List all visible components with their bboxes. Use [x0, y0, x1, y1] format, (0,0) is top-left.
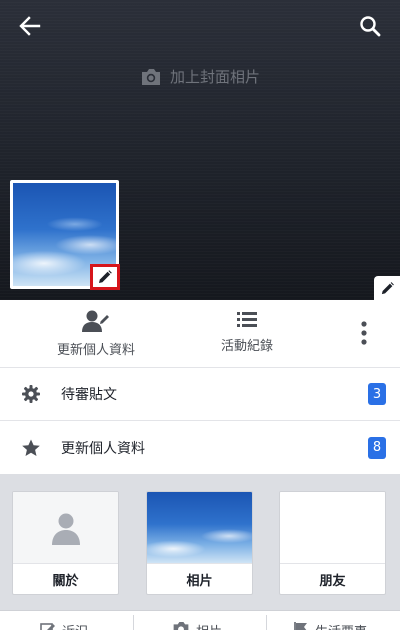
update-profile-button[interactable]: 更新個人資料 [40, 309, 152, 358]
gear-icon [20, 383, 42, 405]
life-event-tab-label: 生活要事 [315, 621, 367, 630]
update-profile-row-label: 更新個人資料 [61, 440, 145, 457]
friends-card[interactable]: 朋友 [279, 491, 386, 595]
pending-posts-row[interactable]: 待審貼文 3 [0, 368, 400, 421]
back-button[interactable] [16, 12, 44, 40]
photos-label: 相片 [186, 574, 213, 589]
life-event-tab[interactable]: 生活要事 [293, 621, 367, 630]
pending-posts-count-badge: 3 [368, 383, 386, 405]
activity-log-button[interactable]: 活動紀錄 [212, 309, 282, 354]
pending-posts-label: 待審貼文 [61, 387, 117, 403]
pencil-icon [381, 281, 394, 294]
star-icon [20, 437, 42, 459]
status-tab[interactable]: 近況 [40, 621, 88, 630]
photo-tab-label: 相片 [196, 621, 222, 630]
camera-icon [173, 621, 189, 630]
composer-tabs: 近況 相片 生活要事 [0, 610, 400, 630]
person-edit-icon [82, 310, 109, 332]
about-card[interactable]: 關於 [12, 491, 119, 595]
cover-photo-area[interactable]: 加上封面相片 [0, 0, 400, 300]
profile-sections-area: 關於 相片 朋友 [0, 474, 400, 630]
about-thumbnail [13, 492, 118, 564]
profile-action-bar: 更新個人資料 活動紀錄 [0, 300, 400, 368]
friends-thumbnail [280, 492, 385, 564]
update-profile-count-badge: 8 [368, 436, 386, 459]
add-cover-photo-button[interactable]: 加上封面相片 [0, 66, 400, 87]
back-arrow-icon [19, 16, 41, 36]
about-label: 關於 [52, 574, 79, 589]
add-cover-label: 加上封面相片 [169, 68, 260, 86]
pencil-icon [99, 270, 112, 283]
search-button[interactable] [356, 12, 384, 40]
status-tab-label: 近況 [62, 621, 88, 630]
tab-divider [133, 615, 134, 630]
more-options-button[interactable] [352, 320, 376, 346]
tab-divider [266, 615, 267, 630]
photos-thumbnail [147, 492, 252, 564]
search-icon [360, 16, 381, 37]
update-profile-row[interactable]: 更新個人資料 8 [0, 421, 400, 474]
photo-tab[interactable]: 相片 [172, 621, 222, 630]
photos-card[interactable]: 相片 [146, 491, 253, 595]
more-vertical-icon [361, 321, 367, 345]
person-silhouette-icon [51, 513, 80, 545]
activity-log-label: 活動紀錄 [220, 339, 273, 354]
list-icon [237, 312, 257, 327]
edit-icon [40, 623, 55, 630]
update-profile-label: 更新個人資料 [56, 343, 135, 358]
edit-profile-picture-button[interactable] [90, 264, 120, 290]
friends-label: 朋友 [319, 574, 346, 589]
camera-icon [141, 68, 160, 85]
edit-cover-photo-button[interactable] [374, 276, 400, 300]
flag-icon [294, 622, 307, 630]
